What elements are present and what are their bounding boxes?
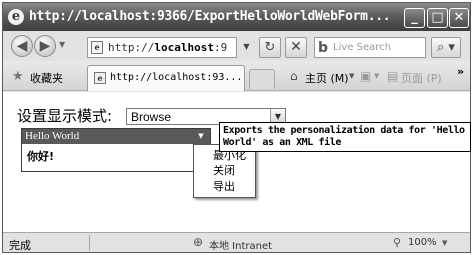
live-search-logo-icon: b — [318, 40, 329, 56]
feeds-icon[interactable]: ▣ — [360, 69, 371, 83]
window-title: http://localhost:9366/ExportHelloWorldWe… — [29, 9, 391, 24]
minimize-button[interactable]: _ — [404, 8, 425, 28]
back-button[interactable]: ◀ — [11, 35, 33, 57]
status-bar: 完成 ⊕ 本地 Intranet ⚲ 100% ▼ — [3, 232, 470, 252]
export-tooltip: Exports the personalization data for 'He… — [219, 122, 471, 152]
title-bar[interactable]: e http://localhost:9366/ExportHelloWorld… — [3, 3, 470, 31]
menu-item-close[interactable]: 关闭 — [213, 164, 235, 178]
home-icon[interactable]: ⌂ — [290, 69, 298, 83]
menu-item-export[interactable]: 导出 — [213, 180, 235, 194]
address-bar[interactable]: e http://localhost:9 — [87, 37, 237, 58]
address-dropdown-icon[interactable]: ▼ — [238, 37, 255, 58]
address-prefix: http:// — [108, 41, 155, 54]
status-divider — [89, 235, 90, 251]
display-mode-label: 设置显示模式: — [17, 107, 113, 125]
tab-label: http://localhost:93... — [110, 72, 243, 83]
feeds-dropdown-icon[interactable]: ▼ — [374, 72, 379, 80]
zoom-icon[interactable]: ⚲ — [393, 236, 401, 249]
refresh-button[interactable]: ↻ — [259, 37, 281, 58]
tooltip-text: Exports the personalization data for 'He… — [223, 125, 465, 148]
search-icon: ⌕ — [437, 40, 445, 55]
webpart-verbs-dropdown-icon[interactable]: ▼ — [194, 129, 208, 144]
page-content: 设置显示模式: Browse ▼ Hello World ▼ 你好! 最小化 关… — [3, 92, 470, 232]
webpart-title: Hello World — [25, 130, 80, 142]
home-button[interactable]: 主页 (M) — [305, 70, 349, 86]
browser-window: e http://localhost:9366/ExportHelloWorld… — [2, 2, 471, 253]
intranet-zone-icon: ⊕ — [193, 235, 204, 249]
tab-current-page[interactable]: e http://localhost:93... — [87, 65, 245, 91]
page-icon: e — [94, 72, 106, 84]
webpart-body-text: 你好! — [27, 150, 55, 163]
favorites-bar: ★ 收藏夹 e http://localhost:93... ⌂ 主页 (M) … — [3, 61, 470, 91]
webpart-verbs-menu: 最小化 关闭 导出 — [193, 144, 256, 198]
address-host: localhost — [154, 41, 214, 54]
toolbar-overflow-chevron-icon[interactable]: » — [457, 65, 464, 78]
favorites-star-icon[interactable]: ★ — [12, 69, 24, 84]
address-input[interactable]: http://localhost:9 — [108, 41, 230, 54]
address-rest: :9 — [213, 41, 228, 54]
status-text: 完成 — [9, 239, 31, 252]
history-dropdown-icon[interactable]: ▼ — [59, 40, 65, 49]
page-menu-button[interactable]: 页面 (P) — [401, 70, 442, 86]
address-toolbar: ◀ ▶ ▼ e http://localhost:9 ▼ ↻ ✕ b Live … — [3, 31, 470, 61]
close-window-button[interactable]: ✕ — [449, 8, 469, 28]
security-zone-label: 本地 Intranet — [209, 241, 273, 252]
search-button[interactable]: ⌕ ▾ — [431, 37, 461, 58]
zoom-level[interactable]: 100% — [408, 237, 437, 248]
search-input[interactable]: Live Search — [333, 42, 391, 53]
home-dropdown-icon[interactable]: ▼ — [349, 72, 354, 80]
forward-button[interactable]: ▶ — [34, 35, 56, 57]
new-tab-button[interactable] — [249, 69, 275, 89]
print-icon[interactable]: ▤ — [387, 69, 398, 83]
hello-world-webpart: Hello World ▼ 你好! — [21, 128, 211, 172]
zoom-dropdown-icon[interactable]: ▼ — [442, 239, 447, 247]
display-mode-value: Browse — [131, 110, 172, 124]
maximize-button[interactable]: □ — [427, 8, 448, 28]
ie-logo-icon: e — [8, 9, 24, 25]
search-box[interactable]: b Live Search — [314, 37, 426, 58]
stop-button[interactable]: ✕ — [285, 37, 307, 58]
page-icon: e — [91, 41, 103, 54]
favorites-button[interactable]: 收藏夹 — [30, 70, 63, 86]
webpart-title-bar: Hello World ▼ — [22, 129, 210, 144]
